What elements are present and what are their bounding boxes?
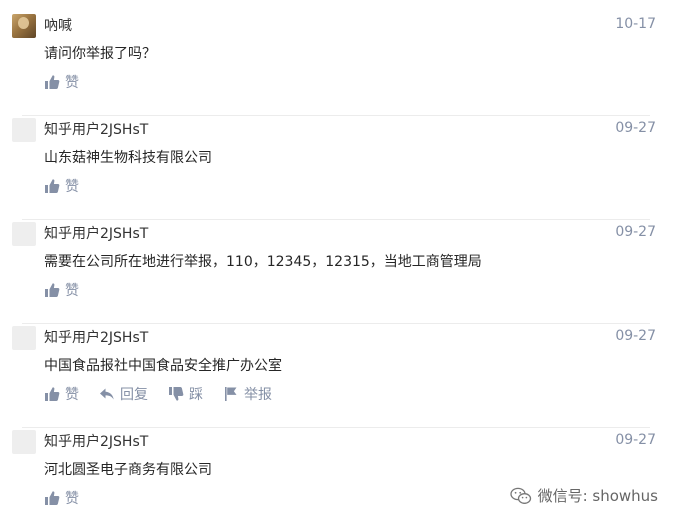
thumbs-up-icon xyxy=(45,179,60,193)
comment-item: 知乎用户2JSHsT 09-27 中国食品报社中国食品安全推广办公室 赞 回复 … xyxy=(12,324,664,428)
reply-button[interactable]: 回复 xyxy=(99,384,148,404)
comment-item: 知乎用户2JSHsT 09-27 需要在公司所在地进行举报，110，12345，… xyxy=(12,220,664,324)
thumbs-up-icon xyxy=(45,491,60,505)
avatar[interactable] xyxy=(12,14,36,38)
avatar[interactable] xyxy=(12,118,36,142)
like-label: 赞 xyxy=(65,491,79,507)
comment-actions: 赞 xyxy=(44,280,99,300)
comment-author[interactable]: 知乎用户2JSHsT xyxy=(44,431,148,451)
like-label: 赞 xyxy=(65,283,79,299)
comment-text: 河北圆圣电子商务有限公司 xyxy=(44,462,212,478)
thumbs-down-icon xyxy=(169,387,184,401)
comment-date: 09-27 xyxy=(615,328,656,344)
comment-actions: 赞 回复 踩 举报 xyxy=(44,384,292,404)
dislike-button[interactable]: 踩 xyxy=(168,384,203,404)
thumbs-up-icon xyxy=(45,283,60,297)
report-button[interactable]: 举报 xyxy=(223,384,272,404)
reply-arrow-icon xyxy=(100,388,114,400)
watermark: 微信号: showhus xyxy=(505,483,662,508)
like-label: 赞 xyxy=(65,387,79,403)
like-button[interactable]: 赞 xyxy=(44,488,79,508)
comment-author[interactable]: 吶喊 xyxy=(44,15,72,35)
report-label: 举报 xyxy=(244,387,272,403)
comment-actions: 赞 xyxy=(44,488,99,508)
thumbs-up-icon xyxy=(45,75,60,89)
like-button[interactable]: 赞 xyxy=(44,176,79,196)
comment-date: 09-27 xyxy=(615,120,656,136)
comment-item: 吶喊 10-17 请问你举报了吗？ 赞 xyxy=(12,12,664,116)
flag-icon xyxy=(225,387,237,401)
wechat-icon xyxy=(509,487,531,504)
thumbs-up-icon xyxy=(45,387,60,401)
like-button[interactable]: 赞 xyxy=(44,72,79,92)
comment-text: 请问你举报了吗？ xyxy=(44,46,156,62)
avatar[interactable] xyxy=(12,430,36,454)
dislike-label: 踩 xyxy=(189,387,203,403)
comment-author[interactable]: 知乎用户2JSHsT xyxy=(44,119,148,139)
comment-author[interactable]: 知乎用户2JSHsT xyxy=(44,327,148,347)
comment-text: 中国食品报社中国食品安全推广办公室 xyxy=(44,358,282,374)
like-label: 赞 xyxy=(65,75,79,91)
comment-text: 需要在公司所在地进行举报，110，12345，12315，当地工商管理局 xyxy=(44,254,482,270)
reply-label: 回复 xyxy=(120,387,148,403)
comment-date: 09-27 xyxy=(615,224,656,240)
comment-date: 10-17 xyxy=(615,16,656,32)
comment-item: 知乎用户2JSHsT 09-27 河北圆圣电子商务有限公司 赞 xyxy=(12,428,664,526)
comment-list: 吶喊 10-17 请问你举报了吗？ 赞 知乎用户2JSHsT 09-27 山东菇… xyxy=(0,0,678,526)
avatar[interactable] xyxy=(12,326,36,350)
like-label: 赞 xyxy=(65,179,79,195)
comment-text: 山东菇神生物科技有限公司 xyxy=(44,150,212,166)
comment-author[interactable]: 知乎用户2JSHsT xyxy=(44,223,148,243)
comment-item: 知乎用户2JSHsT 09-27 山东菇神生物科技有限公司 赞 xyxy=(12,116,664,220)
avatar[interactable] xyxy=(12,222,36,246)
like-button[interactable]: 赞 xyxy=(44,384,79,404)
comment-actions: 赞 xyxy=(44,176,99,196)
comment-date: 09-27 xyxy=(615,432,656,448)
like-button[interactable]: 赞 xyxy=(44,280,79,300)
watermark-text: 微信号: showhus xyxy=(537,487,658,505)
comment-actions: 赞 xyxy=(44,72,99,92)
